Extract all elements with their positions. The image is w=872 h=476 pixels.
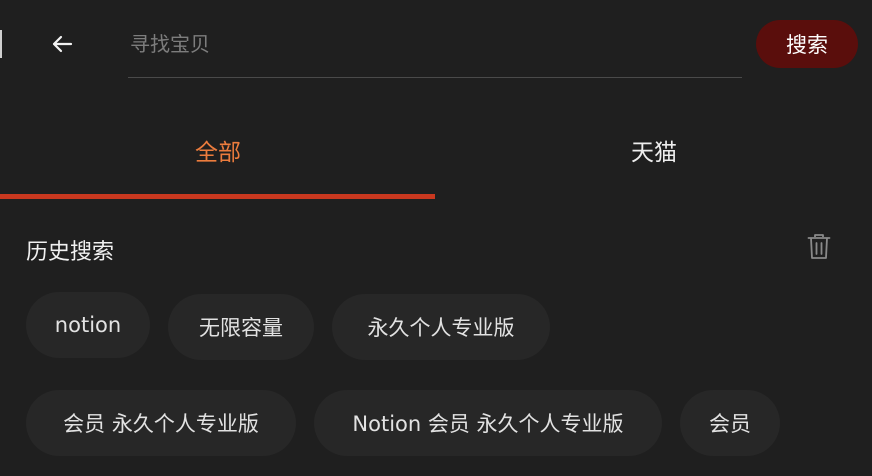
history-chip-label: 无限容量 <box>199 316 283 340</box>
trash-icon <box>807 234 831 259</box>
history-chip-label: notion <box>54 313 122 337</box>
history-title: 历史搜索 <box>26 240 115 265</box>
history-chip[interactable]: 无限容量 <box>168 294 314 360</box>
history-chip-label: 永久个人专业版 <box>367 316 515 340</box>
tab-tmall[interactable]: 天猫 <box>436 120 872 180</box>
search-page: 搜索 全部 天猫 历史搜索 notion 无限容量 永久个人专业版 会员 永久个… <box>0 0 872 476</box>
text-caret <box>0 30 2 58</box>
history-chip[interactable]: Notion 会员 永久个人专业版 <box>314 390 662 456</box>
active-tab-indicator <box>0 194 435 199</box>
clear-history-button[interactable] <box>804 230 834 264</box>
tab-all[interactable]: 全部 <box>0 120 436 180</box>
search-field <box>128 22 742 78</box>
back-button[interactable] <box>42 24 82 64</box>
history-chip[interactable]: notion <box>26 292 150 358</box>
history-chip[interactable]: 会员 <box>680 390 780 456</box>
arrow-left-icon <box>52 35 73 53</box>
search-input[interactable] <box>128 28 730 60</box>
history-chip-label: 会员 永久个人专业版 <box>63 412 259 436</box>
search-button[interactable]: 搜索 <box>756 20 858 68</box>
history-chip-label: 会员 <box>709 412 751 436</box>
tab-tmall-label: 天猫 <box>631 140 677 166</box>
history-chip-label: Notion 会员 永久个人专业版 <box>352 412 624 436</box>
tab-all-label: 全部 <box>195 140 241 166</box>
history-chip[interactable]: 永久个人专业版 <box>332 294 550 360</box>
history-chip[interactable]: 会员 永久个人专业版 <box>26 390 296 456</box>
